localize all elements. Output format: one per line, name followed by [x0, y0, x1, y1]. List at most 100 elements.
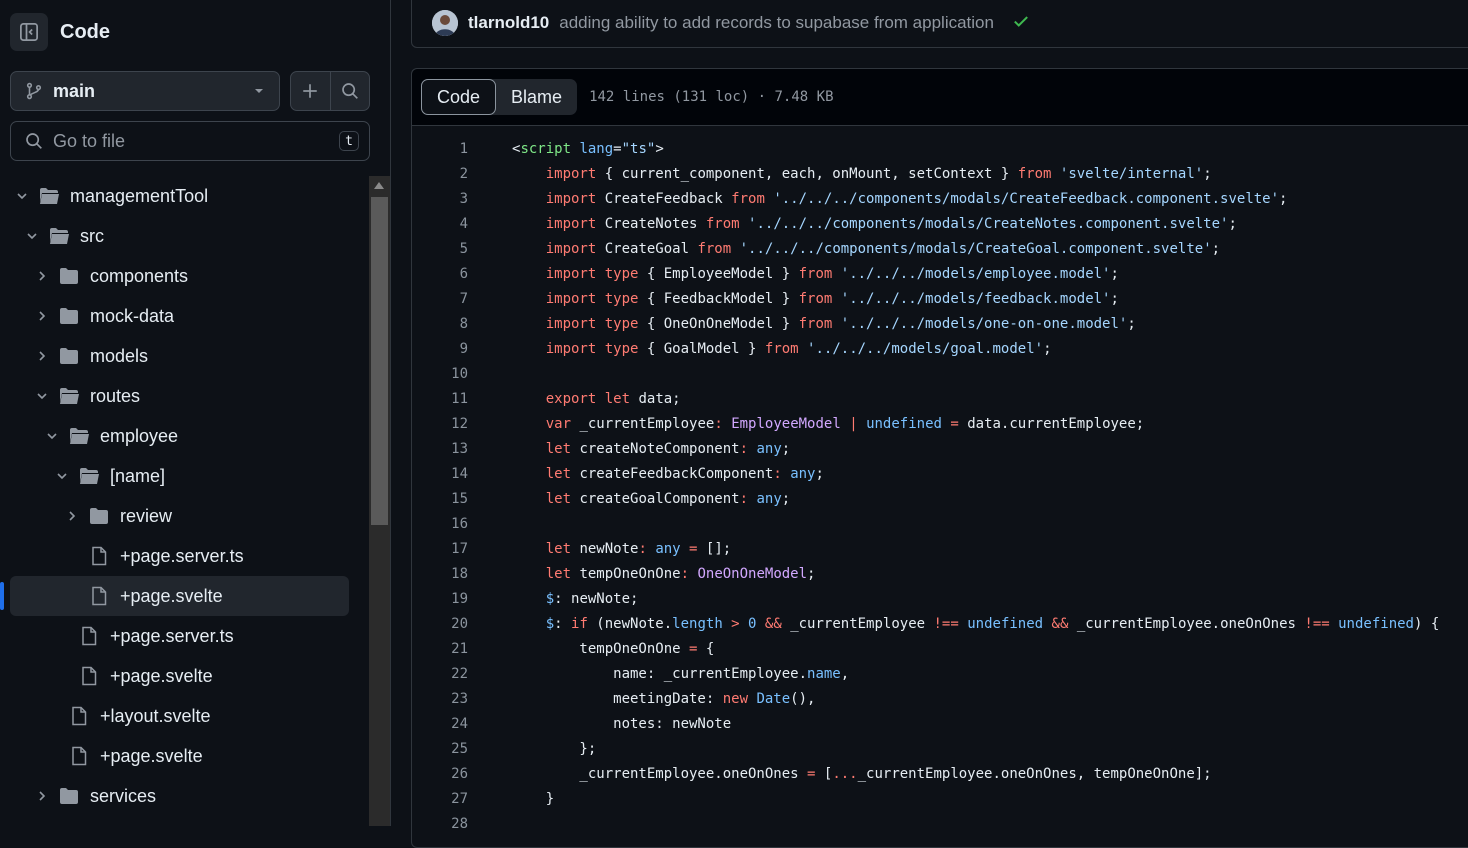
line-number[interactable]: 4: [412, 216, 468, 232]
tree-folder[interactable]: [name]: [0, 456, 368, 496]
chevron-right-icon[interactable]: [64, 508, 80, 524]
code-line: 17 let newNote: any = [];: [412, 536, 1468, 561]
file-icon: [68, 746, 90, 766]
line-number[interactable]: 28: [412, 816, 468, 832]
line-number[interactable]: 24: [412, 716, 468, 732]
code-token: if: [571, 615, 588, 632]
check-icon[interactable]: [1012, 12, 1030, 35]
chevron-right-icon[interactable]: [34, 788, 50, 804]
code-line: 21 tempOneOnOne = {: [412, 636, 1468, 661]
line-number[interactable]: 20: [412, 616, 468, 632]
chevron-right-icon[interactable]: [34, 348, 50, 364]
code-content: let newNote: any = [];: [512, 541, 732, 557]
line-number[interactable]: 12: [412, 416, 468, 432]
code-token: &&: [1043, 615, 1077, 632]
line-number[interactable]: 11: [412, 391, 468, 407]
tree-folder[interactable]: mock-data: [0, 296, 368, 336]
search-code-button[interactable]: [329, 72, 370, 110]
line-number[interactable]: 23: [412, 691, 468, 707]
sidebar-header: Code: [10, 12, 110, 52]
code-token: tempOneOnOne: [571, 565, 681, 582]
chevron-down-icon[interactable]: [54, 468, 70, 484]
tree-file[interactable]: +page.server.ts: [0, 616, 368, 656]
tree-folder[interactable]: src: [0, 216, 368, 256]
code-token: 'svelte/internal': [1059, 165, 1204, 182]
tree-file[interactable]: +layout.svelte: [0, 696, 368, 736]
line-number[interactable]: 25: [412, 741, 468, 757]
tab-code[interactable]: Code: [421, 79, 497, 115]
code-token: _currentEmployee: [571, 415, 715, 432]
code-line: 3 import CreateFeedback from '../../../c…: [412, 186, 1468, 211]
code-token: import: [512, 190, 597, 207]
line-number[interactable]: 2: [412, 166, 468, 182]
code-token: ;: [1228, 215, 1237, 232]
chevron-down-icon[interactable]: [44, 428, 60, 444]
tree-file[interactable]: +page.svelte: [0, 656, 368, 696]
code-line: 11 export let data;: [412, 386, 1468, 411]
code-token: from: [1017, 165, 1052, 182]
line-number[interactable]: 14: [412, 466, 468, 482]
line-number[interactable]: 1: [412, 141, 468, 157]
line-number[interactable]: 16: [412, 516, 468, 532]
file-actions-group: [290, 71, 370, 111]
line-number[interactable]: 13: [412, 441, 468, 457]
code-token: ;: [1279, 190, 1288, 207]
scroll-up-arrow-icon[interactable]: [374, 182, 384, 189]
chevron-right-icon[interactable]: [34, 308, 50, 324]
code-token: $: [512, 615, 555, 632]
tree-folder[interactable]: routes: [0, 376, 368, 416]
line-number[interactable]: 8: [412, 316, 468, 332]
line-number[interactable]: 9: [412, 341, 468, 357]
code-content: tempOneOnOne = {: [512, 641, 714, 657]
tree-file[interactable]: +page.svelte: [0, 576, 349, 616]
tree-folder[interactable]: managementTool: [0, 176, 368, 216]
avatar[interactable]: [432, 10, 458, 36]
go-to-file-input[interactable]: Go to file t: [10, 121, 370, 161]
chevron-down-icon[interactable]: [14, 188, 30, 204]
add-file-button[interactable]: [291, 72, 330, 110]
tab-blame[interactable]: Blame: [496, 79, 577, 115]
line-number[interactable]: 27: [412, 791, 468, 807]
tree-folder[interactable]: employee: [0, 416, 368, 456]
line-number[interactable]: 15: [412, 491, 468, 507]
line-number[interactable]: 18: [412, 566, 468, 582]
line-number[interactable]: 7: [412, 291, 468, 307]
commit-author[interactable]: tlarnold10: [468, 13, 549, 33]
code-token: createGoalComponent: [571, 490, 740, 507]
tree-folder[interactable]: review: [0, 496, 368, 536]
line-number[interactable]: 19: [412, 591, 468, 607]
code-token: ;: [1203, 165, 1212, 182]
commit-message[interactable]: adding ability to add records to supabas…: [559, 13, 994, 33]
chevron-down-icon[interactable]: [24, 228, 40, 244]
code-token: >: [722, 615, 749, 632]
code-token: !==: [1304, 615, 1330, 632]
line-number[interactable]: 17: [412, 541, 468, 557]
tree-scrollbar-thumb[interactable]: [371, 197, 388, 525]
chevron-down-icon[interactable]: [34, 388, 50, 404]
line-number[interactable]: 6: [412, 266, 468, 282]
collapse-sidebar-button[interactable]: [10, 13, 48, 51]
line-number[interactable]: 5: [412, 241, 468, 257]
code-token: import: [512, 165, 597, 182]
tree-folder[interactable]: services: [0, 776, 368, 816]
branch-selector[interactable]: main: [10, 71, 280, 111]
code-token: CreateNotes: [596, 215, 706, 232]
line-number[interactable]: 26: [412, 766, 468, 782]
line-number[interactable]: 3: [412, 191, 468, 207]
code-token: from: [764, 340, 799, 357]
line-number[interactable]: 21: [412, 641, 468, 657]
chevron-right-icon[interactable]: [34, 268, 50, 284]
tree-folder[interactable]: models: [0, 336, 368, 376]
tree-file[interactable]: +page.server.ts: [0, 536, 368, 576]
line-number[interactable]: 22: [412, 666, 468, 682]
tree-folder[interactable]: components: [0, 256, 368, 296]
code-content: notes: newNote: [512, 716, 731, 732]
code-token: import: [512, 215, 597, 232]
tree-file[interactable]: +page.svelte: [0, 736, 368, 776]
line-number[interactable]: 10: [412, 366, 468, 382]
